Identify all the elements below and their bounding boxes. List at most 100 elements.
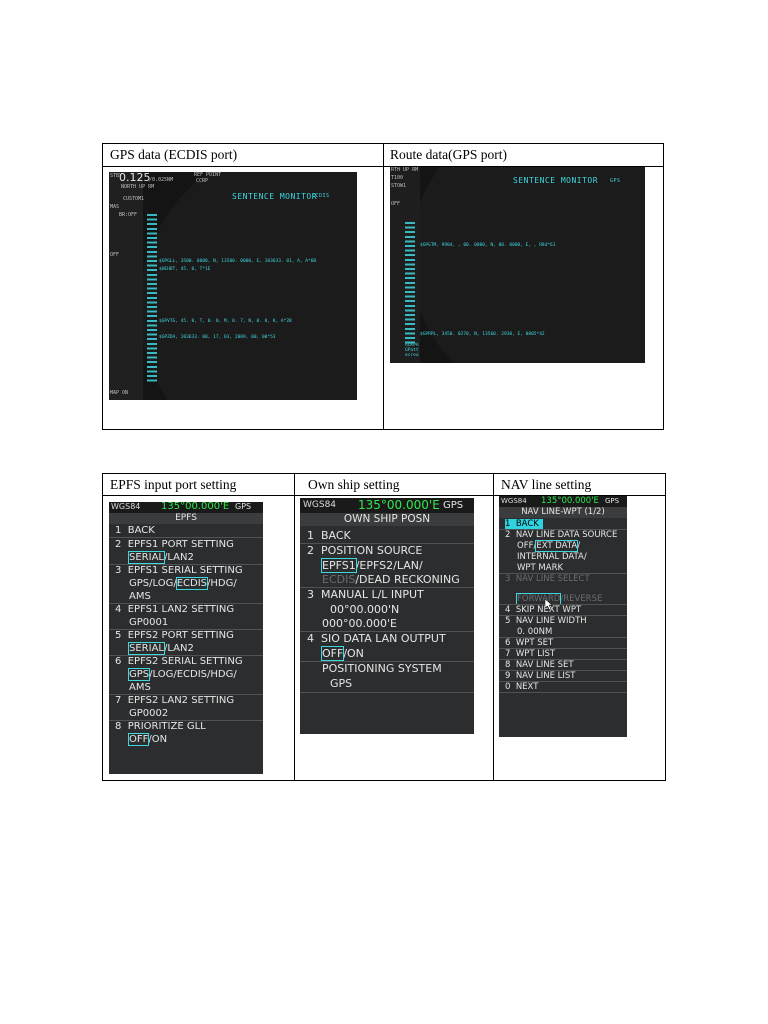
menu-item-back[interactable]: 1 BACK	[307, 529, 351, 542]
menu-item-epfs1-port[interactable]: 2 EPFS1 PORT SETTING	[115, 539, 234, 550]
position-source-options-2[interactable]: ECDIS/DEAD RECKONING	[322, 573, 460, 586]
latitude-input[interactable]: 00°00.000'N	[330, 603, 399, 616]
option-serial-selected[interactable]: SERIAL	[128, 642, 165, 655]
menu-item-sio-data-lan-output[interactable]: 4 SIO DATA LAN OUTPUT	[307, 632, 446, 645]
position-source-label: GPS	[605, 497, 620, 505]
table-2-divider-2	[493, 474, 494, 780]
option-serial-selected[interactable]: SERIAL	[128, 551, 165, 564]
epfs2-port-options[interactable]: SERIAL/LAN2	[128, 642, 194, 655]
menu-item-number: 2	[505, 530, 511, 540]
range-unit: /0.025NM	[149, 177, 174, 183]
menu-item-number: 7	[115, 695, 122, 706]
header-nav-line: NAV line setting	[501, 477, 592, 492]
mouse-cursor-icon	[545, 599, 553, 610]
menu-item-next[interactable]: 0 NEXT	[505, 682, 538, 692]
orientation-mode: RTH UP RM	[391, 167, 419, 173]
option-ams[interactable]: AMS	[129, 591, 151, 602]
menu-item-number: 4	[115, 604, 122, 615]
longitude-input[interactable]: 000°00.000'E	[322, 617, 397, 630]
sentence-id-column	[147, 214, 157, 384]
option-epfs2-lan[interactable]: /EPFS2/LAN/	[356, 559, 423, 572]
menu-item-number: 4	[307, 632, 314, 645]
menu-item-wpt-list[interactable]: 7 WPT LIST	[505, 649, 555, 659]
option-gps-selected[interactable]: GPS	[127, 668, 151, 681]
menu-item-number: 2	[307, 544, 314, 557]
radar-circle	[139, 172, 357, 400]
menu-item-nav-line-data-source[interactable]: 2 NAV LINE DATA SOURCE	[505, 530, 617, 540]
positioning-system-label: POSITIONING SYSTEM	[322, 662, 442, 675]
data-source-options[interactable]: OFF/EXT DATA/	[517, 540, 580, 552]
menu-item-epfs2-serial[interactable]: 6 EPFS2 SERIAL SETTING	[115, 656, 243, 667]
menu-item-skip-next-wpt[interactable]: 4 SKIP NEXT WPT	[505, 605, 581, 615]
sentence-id-column	[405, 222, 415, 344]
menu-item-nav-line-set[interactable]: 8 NAV LINE SET	[505, 660, 574, 670]
epfs1-serial-options[interactable]: GPS/LOG/ECDIS/HDG/	[129, 577, 237, 590]
menu-title-own-ship-posn: OWN SHIP POSN	[300, 513, 474, 526]
menu-item-nav-line-select: 3 NAV LINE SELECT	[505, 574, 590, 584]
sentence-line-vtg: $GPVTG, 45. 0, T, 0. 0, M, 0. 7, N, 0. 0…	[159, 319, 292, 324]
menu-item-number: 2	[115, 539, 122, 550]
menu-item-label: PRIORITIZE GLL	[127, 721, 206, 732]
sentence-monitor-ecdis-screenshot: STBY 0.125 /0.025NM REF POINT CCRP NORTH…	[109, 172, 357, 400]
option-wpt-mark[interactable]: WPT MARK	[517, 563, 563, 573]
menu-item-number: 8	[505, 660, 511, 670]
menu-item-epfs1-serial[interactable]: 3 EPFS1 SERIAL SETTING	[115, 565, 243, 576]
option-lan2[interactable]: /LAN2	[164, 643, 194, 654]
epfs2-serial-options[interactable]: GPS/LOG/ECDIS/HDG/	[127, 668, 237, 681]
menu-item-position-source[interactable]: 2 POSITION SOURCE	[307, 544, 422, 557]
sentence-monitor-title: SENTENCE MONITOR	[513, 176, 599, 185]
off-label: OFF	[391, 201, 401, 207]
option-internal-data[interactable]: INTERNAL DATA/	[517, 552, 587, 562]
sentence-monitor-subtitle: ECDIS	[312, 193, 330, 199]
menu-item-epfs2-lan2[interactable]: 7 EPFS2 LAN2 SETTING	[115, 695, 234, 706]
menu-separator	[109, 537, 263, 538]
position-source-options[interactable]: EPFS1/EPFS2/LAN/	[321, 558, 423, 573]
option-off-selected[interactable]: OFF	[320, 646, 345, 661]
menu-title-epfs: EPFS	[109, 513, 263, 524]
menu-item-prioritize-gll[interactable]: 8 PRIORITIZE GLL	[115, 721, 206, 732]
sio-output-options[interactable]: OFF/ON	[320, 646, 364, 661]
range-value: 0.125	[119, 172, 151, 184]
menu-item-back[interactable]: 1 BACK	[115, 525, 155, 536]
menu-item-nav-line-width[interactable]: 5 NAV LINE WIDTH	[505, 616, 587, 626]
option-gps-log[interactable]: GPS/LOG/	[129, 578, 177, 589]
epfs1-port-options[interactable]: SERIAL/LAN2	[128, 551, 194, 564]
option-ams[interactable]: AMS	[129, 682, 151, 693]
option-off-selected[interactable]: OFF	[127, 733, 150, 746]
menu-title-nav-line-wpt: NAV LINE-WPT (1/2)	[499, 507, 627, 518]
menu-item-epfs1-lan2[interactable]: 4 EPFS1 LAN2 SETTING	[115, 604, 234, 615]
menu-item-back-selected[interactable]: 1 BACK	[505, 519, 543, 529]
option-ext-data-selected[interactable]: EXT DATA	[535, 540, 579, 552]
option-epfs1-selected[interactable]: EPFS1	[321, 558, 357, 573]
nav-line-menu-screenshot: WGS84 135°00.000'E GPS NAV LINE-WPT (1/2…	[499, 496, 627, 737]
menu-item-label: NAV LINE LIST	[515, 671, 576, 681]
menu-item-label: NEXT	[515, 682, 539, 692]
option-on[interactable]: /ON	[148, 734, 167, 745]
option-on[interactable]: /ON	[343, 647, 364, 660]
option-hdg[interactable]: /HDG/	[207, 578, 237, 589]
menu-item-epfs2-port[interactable]: 5 EPFS2 PORT SETTING	[115, 630, 234, 641]
prioritize-gll-options[interactable]: OFF/ON	[127, 733, 167, 746]
menu-item-label: NAV LINE SELECT	[515, 574, 590, 584]
menu-item-nav-line-list[interactable]: 9 NAV LINE LIST	[505, 671, 575, 681]
menu-item-number: 0	[505, 682, 511, 692]
menu-separator	[499, 692, 627, 693]
menu-item-wpt-set[interactable]: 6 WPT SET	[505, 638, 553, 648]
menu-item-manual-ll-input[interactable]: 3 MANUAL L/L INPUT	[307, 588, 424, 601]
option-log-ecdis-hdg[interactable]: /LOG/ECDIS/HDG/	[149, 669, 237, 680]
menu-item-number: 3	[115, 565, 122, 576]
option-dead-reckoning[interactable]: /DEAD RECKONING	[355, 573, 459, 586]
option-ecdis-selected[interactable]: ECDIS	[175, 577, 209, 590]
option-lan2[interactable]: /LAN2	[164, 552, 194, 563]
datum-label: WGS84	[501, 497, 527, 505]
sentence-line-hdt: $HEHDT, 45. 0, T*1E	[159, 267, 211, 272]
menu-item-number: 3	[307, 588, 314, 601]
menu-item-label: WPT SET	[515, 638, 554, 648]
menu-item-number: 6	[505, 638, 511, 648]
menu-item-label: NAV LINE DATA SOURCE	[515, 530, 618, 540]
menu-item-number: 1	[115, 525, 122, 536]
menu-item-number: 8	[115, 721, 122, 732]
option-off[interactable]: OFF/	[517, 541, 536, 551]
option-reverse: /REVERSE	[560, 594, 603, 604]
nav-line-width-value[interactable]: 0. 00NM	[517, 627, 552, 637]
